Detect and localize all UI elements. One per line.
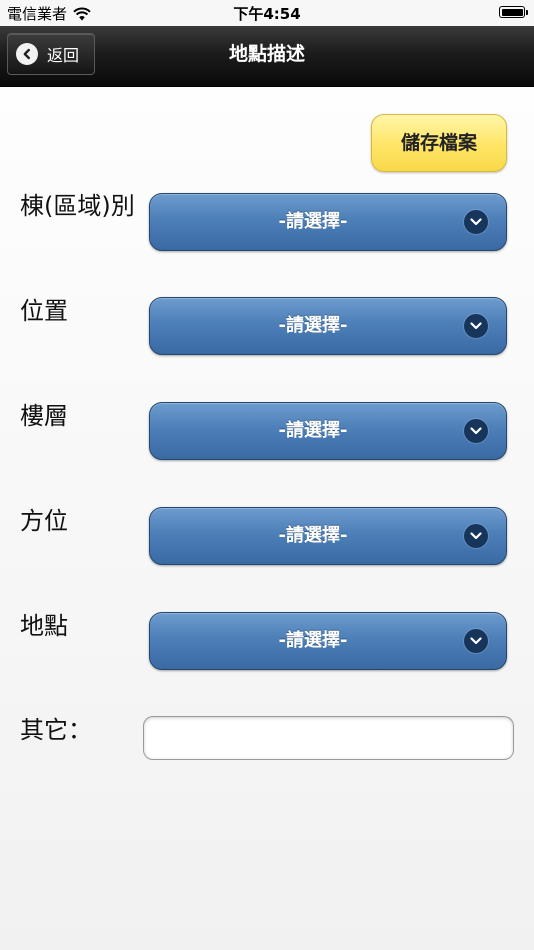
status-time: 下午4:54 [233, 5, 301, 23]
field-label-direction: 方位 [20, 507, 68, 535]
back-arrow-icon [16, 43, 38, 65]
building-select[interactable]: -請選擇- [149, 193, 507, 251]
location-select[interactable]: -請選擇- [149, 612, 507, 670]
floor-select-value: -請選擇- [278, 420, 348, 441]
field-label-location: 地點 [20, 612, 68, 640]
chevron-down-icon [464, 314, 488, 338]
position-select-value: -請選擇- [278, 315, 348, 336]
chevron-down-icon [464, 524, 488, 548]
other-input[interactable] [143, 716, 514, 760]
chevron-down-icon [464, 210, 488, 234]
chevron-down-icon [464, 629, 488, 653]
back-button-label: 返回 [47, 46, 80, 65]
field-label-floor: 樓層 [20, 402, 68, 430]
location-select-value: -請選擇- [278, 630, 348, 651]
field-label-other: 其它： [20, 716, 92, 744]
field-label-building: 棟(區域)別 [20, 192, 135, 220]
direction-select[interactable]: -請選擇- [149, 507, 507, 565]
field-label-position: 位置 [20, 297, 68, 325]
floor-select[interactable]: -請選擇- [149, 402, 507, 460]
save-file-button[interactable]: 儲存檔案 [371, 114, 507, 172]
back-button[interactable]: 返回 [7, 33, 95, 75]
direction-select-value: -請選擇- [278, 525, 348, 546]
building-select-value: -請選擇- [278, 211, 348, 232]
position-select[interactable]: -請選擇- [149, 297, 507, 355]
navigation-bar: 地點描述 返回 [0, 26, 534, 87]
status-bar: 電信業者 下午4:54 [0, 0, 534, 26]
battery-icon [499, 6, 528, 18]
chevron-down-icon [464, 419, 488, 443]
